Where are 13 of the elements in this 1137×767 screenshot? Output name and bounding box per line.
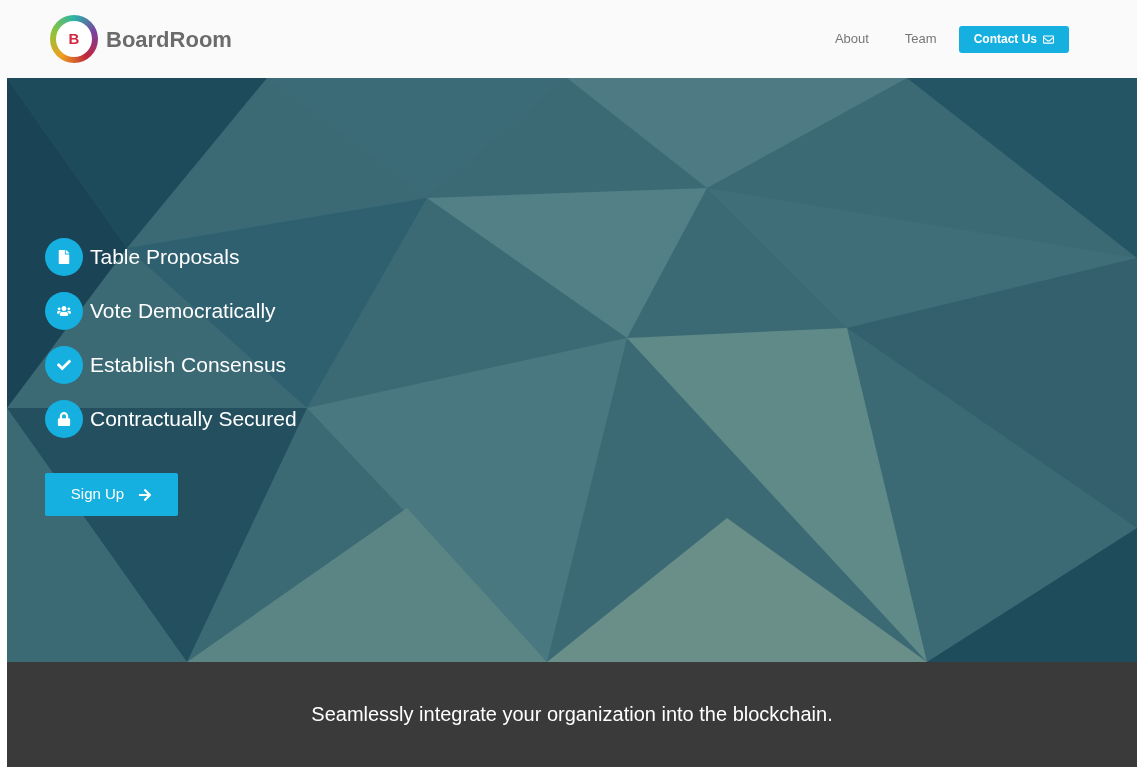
brand-name: BoardRoom <box>106 25 232 54</box>
nav-link[interactable]: About <box>834 29 869 49</box>
feature-label: Table Proposals <box>90 244 240 271</box>
tagline: Seamlessly integrate your organization into the blockchain. <box>311 701 833 727</box>
feature-label: Establish Consensus <box>90 352 287 379</box>
feature-label: Vote Democratically <box>90 298 276 325</box>
arrow-icon <box>138 487 153 502</box>
signup-button[interactable]: Sign Up <box>45 473 178 516</box>
logo-letter: B <box>68 28 80 49</box>
envelope-icon <box>1043 33 1054 45</box>
feature-label: Contractually Secured <box>90 406 297 433</box>
contact-button[interactable]: Contact Us <box>958 25 1069 53</box>
nav-link[interactable]: Team <box>904 29 937 49</box>
